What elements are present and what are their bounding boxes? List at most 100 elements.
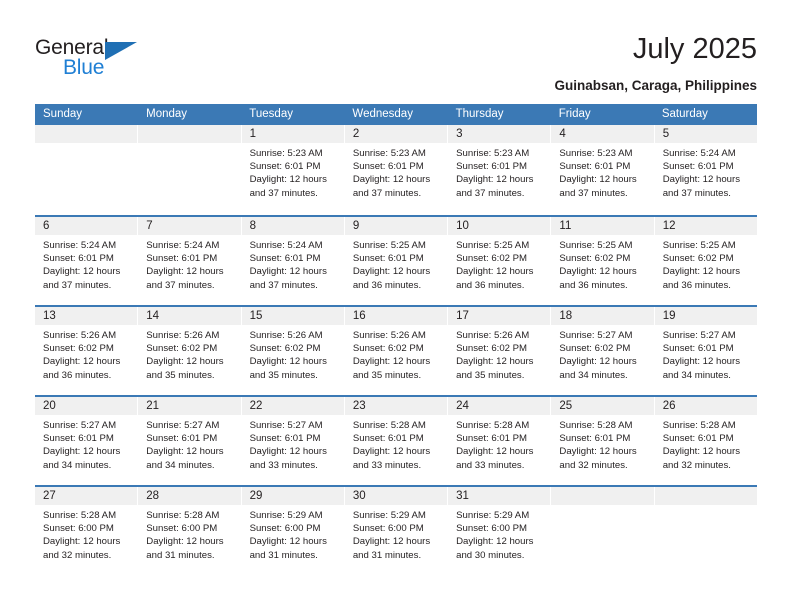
sunrise-text: Sunrise: 5:26 AM (43, 330, 117, 341)
calendar-day-cell[interactable]: 27 Sunrise: 5:28 AM Sunset: 6:00 PM Dayligh… (35, 487, 139, 575)
daylight-text-cont: and 35 minutes. (352, 369, 422, 381)
sunset-text: Sunset: 6:00 PM (249, 523, 321, 535)
calendar-day-cell[interactable]: 1 Sunrise: 5:23 AM Sunset: 6:01 PM Daylight… (241, 125, 345, 215)
calendar-day-cell[interactable]: 4 Sunrise: 5:23 AM Sunset: 6:01 PM Daylight… (551, 125, 655, 215)
calendar-day-cell[interactable]: 19 Sunrise: 5:27 AM Sunset: 6:01 PM Dayligh… (654, 307, 757, 395)
sunset-text: Sunset: 6:01 PM (662, 343, 734, 355)
sunset-text: Sunset: 6:00 PM (352, 523, 424, 535)
daylight-text-cont: and 35 minutes. (456, 369, 525, 381)
day-number: 14 (146, 310, 160, 322)
day-details: Sunrise: 5:24 AM Sunset: 6:01 PM Daylight:… (138, 235, 240, 292)
sunset-text: Sunset: 6:01 PM (146, 433, 218, 445)
day-number-band: 14 (138, 307, 241, 325)
calendar-day-cell[interactable]: 2 Sunrise: 5:23 AM Sunset: 6:01 PM Daylight… (344, 125, 449, 215)
day-details: Sunrise: 5:28 AM Sunset: 6:00 PM Daylight:… (138, 505, 240, 562)
sunrise-text: Sunrise: 5:23 AM (559, 148, 633, 159)
day-details: Sunrise: 5:24 AM Sunset: 6:01 PM Daylight:… (35, 235, 137, 292)
day-number: 13 (43, 310, 56, 322)
sunrise-text: Sunrise: 5:23 AM (249, 148, 323, 159)
calendar-day-cell[interactable]: 23 Sunrise: 5:28 AM Sunset: 6:01 PM Dayligh… (344, 397, 449, 485)
sunrise-text: Sunrise: 5:26 AM (456, 330, 530, 341)
day-number-band: 13 (35, 307, 138, 325)
calendar-day-cell[interactable]: 30 Sunrise: 5:29 AM Sunset: 6:00 PM Dayligh… (344, 487, 449, 575)
general-blue-logo[interactable]: General Blue (35, 36, 165, 82)
day-number-band: 12 (654, 217, 757, 235)
daylight-text: Daylight: 12 hours (146, 446, 224, 458)
calendar-grid: Sunday Monday Tuesday Wednesday Thursday Frid… (35, 104, 757, 575)
sunrise-text: Sunrise: 5:28 AM (456, 420, 530, 431)
daylight-text-cont: and 36 minutes. (43, 369, 112, 381)
page-title: July 2025 (632, 33, 757, 65)
calendar-day-cell[interactable]: 25 Sunrise: 5:28 AM Sunset: 6:01 PM Dayligh… (551, 397, 655, 485)
day-details: Sunrise: 5:26 AM Sunset: 6:02 PM Daylight:… (345, 325, 447, 382)
calendar-page: General Blue July 2025 Guinabsan, Caraga… (0, 0, 792, 612)
calendar-day-cell[interactable]: 21 Sunrise: 5:27 AM Sunset: 6:01 PM Dayligh… (138, 397, 242, 485)
day-number-band: 9 (344, 217, 448, 235)
calendar-day-cell[interactable]: 26 Sunrise: 5:28 AM Sunset: 6:01 PM Dayligh… (654, 397, 757, 485)
day-details: Sunrise: 5:29 AM Sunset: 6:00 PM Daylight:… (448, 505, 550, 562)
calendar-day-cell[interactable]: 31 Sunrise: 5:29 AM Sunset: 6:00 PM Dayligh… (448, 487, 552, 575)
daylight-text-cont: and 32 minutes. (559, 459, 628, 471)
calendar-cell-empty (654, 487, 757, 575)
day-details: Sunrise: 5:25 AM Sunset: 6:02 PM Daylight:… (655, 235, 757, 292)
calendar-day-cell[interactable]: 24 Sunrise: 5:28 AM Sunset: 6:01 PM Dayligh… (448, 397, 552, 485)
day-details: Sunrise: 5:23 AM Sunset: 6:01 PM Daylight:… (551, 143, 653, 200)
day-number: 5 (662, 128, 670, 140)
day-number: 25 (559, 400, 573, 412)
day-number-band: 26 (654, 397, 757, 415)
day-of-week-thursday: Thursday (455, 108, 504, 120)
day-details: Sunrise: 5:26 AM Sunset: 6:02 PM Daylight:… (448, 325, 550, 382)
calendar-day-cell[interactable]: 9 Sunrise: 5:25 AM Sunset: 6:01 PM Daylight… (344, 217, 449, 305)
sunset-text: Sunset: 6:00 PM (146, 523, 218, 535)
daylight-text-cont: and 31 minutes. (249, 549, 318, 561)
daylight-text: Daylight: 12 hours (662, 356, 741, 368)
calendar-day-cell[interactable]: 29 Sunrise: 5:29 AM Sunset: 6:00 PM Dayligh… (241, 487, 345, 575)
sunrise-text: Sunrise: 5:29 AM (352, 510, 426, 521)
calendar-day-cell[interactable]: 3 Sunrise: 5:23 AM Sunset: 6:01 PM Daylight… (448, 125, 552, 215)
daylight-text-cont: and 34 minutes. (146, 459, 215, 471)
day-number-band: 10 (448, 217, 551, 235)
daylight-text: Daylight: 12 hours (43, 356, 121, 368)
calendar-day-cell[interactable]: 18 Sunrise: 5:27 AM Sunset: 6:02 PM Dayligh… (551, 307, 655, 395)
sunset-text: Sunset: 6:02 PM (662, 253, 734, 265)
calendar-cell-empty (138, 125, 242, 215)
day-details: Sunrise: 5:28 AM Sunset: 6:01 PM Daylight:… (448, 415, 550, 472)
calendar-day-cell[interactable]: 6 Sunrise: 5:24 AM Sunset: 6:01 PM Daylight… (35, 217, 139, 305)
day-number-band: 20 (35, 397, 138, 415)
day-number: 3 (456, 128, 463, 140)
day-number: 8 (249, 220, 256, 232)
calendar-day-cell[interactable]: 22 Sunrise: 5:27 AM Sunset: 6:01 PM Dayligh… (241, 397, 345, 485)
daylight-text-cont: and 36 minutes. (352, 279, 422, 291)
sunset-text: Sunset: 6:01 PM (43, 433, 114, 445)
day-of-week-monday: Monday (146, 108, 188, 120)
calendar-day-cell[interactable]: 7 Sunrise: 5:24 AM Sunset: 6:01 PM Daylight… (138, 217, 242, 305)
calendar-day-cell[interactable]: 13 Sunrise: 5:26 AM Sunset: 6:02 PM Dayligh… (35, 307, 139, 395)
sunset-text: Sunset: 6:01 PM (352, 433, 424, 445)
calendar-day-cell[interactable]: 12 Sunrise: 5:25 AM Sunset: 6:02 PM Dayligh… (654, 217, 757, 305)
calendar-day-cell[interactable]: 10 Sunrise: 5:25 AM Sunset: 6:02 PM Dayligh… (448, 217, 552, 305)
calendar-day-cell[interactable]: 16 Sunrise: 5:26 AM Sunset: 6:02 PM Dayligh… (344, 307, 449, 395)
daylight-text: Daylight: 12 hours (456, 174, 534, 186)
day-details: Sunrise: 5:24 AM Sunset: 6:01 PM Daylight:… (242, 235, 344, 292)
calendar-day-cell[interactable]: 11 Sunrise: 5:25 AM Sunset: 6:02 PM Dayligh… (551, 217, 655, 305)
daylight-text-cont: and 37 minutes. (249, 279, 318, 291)
calendar-day-cell[interactable]: 17 Sunrise: 5:26 AM Sunset: 6:02 PM Dayligh… (448, 307, 552, 395)
daylight-text: Daylight: 12 hours (456, 536, 534, 548)
calendar-day-cell[interactable]: 5 Sunrise: 5:24 AM Sunset: 6:01 PM Daylight… (654, 125, 757, 215)
daylight-text: Daylight: 12 hours (249, 174, 327, 186)
sunset-text: Sunset: 6:01 PM (43, 253, 114, 265)
calendar-day-cell[interactable]: 20 Sunrise: 5:27 AM Sunset: 6:01 PM Dayligh… (35, 397, 139, 485)
calendar-day-cell[interactable]: 14 Sunrise: 5:26 AM Sunset: 6:02 PM Dayligh… (138, 307, 242, 395)
day-number-band: 8 (241, 217, 344, 235)
day-number-band: 11 (551, 217, 654, 235)
daylight-text: Daylight: 12 hours (559, 356, 637, 368)
day-details: Sunrise: 5:28 AM Sunset: 6:01 PM Daylight:… (551, 415, 653, 472)
calendar-day-cell[interactable]: 28 Sunrise: 5:28 AM Sunset: 6:00 PM Dayligh… (138, 487, 242, 575)
calendar-day-cell[interactable]: 8 Sunrise: 5:24 AM Sunset: 6:01 PM Daylight… (241, 217, 345, 305)
daylight-text: Daylight: 12 hours (352, 266, 431, 278)
day-details: Sunrise: 5:23 AM Sunset: 6:01 PM Daylight:… (448, 143, 550, 200)
calendar-day-cell[interactable]: 15 Sunrise: 5:26 AM Sunset: 6:02 PM Dayligh… (241, 307, 345, 395)
day-number: 1 (249, 128, 256, 140)
sunset-text: Sunset: 6:02 PM (456, 253, 528, 265)
sunset-text: Sunset: 6:01 PM (559, 161, 631, 173)
